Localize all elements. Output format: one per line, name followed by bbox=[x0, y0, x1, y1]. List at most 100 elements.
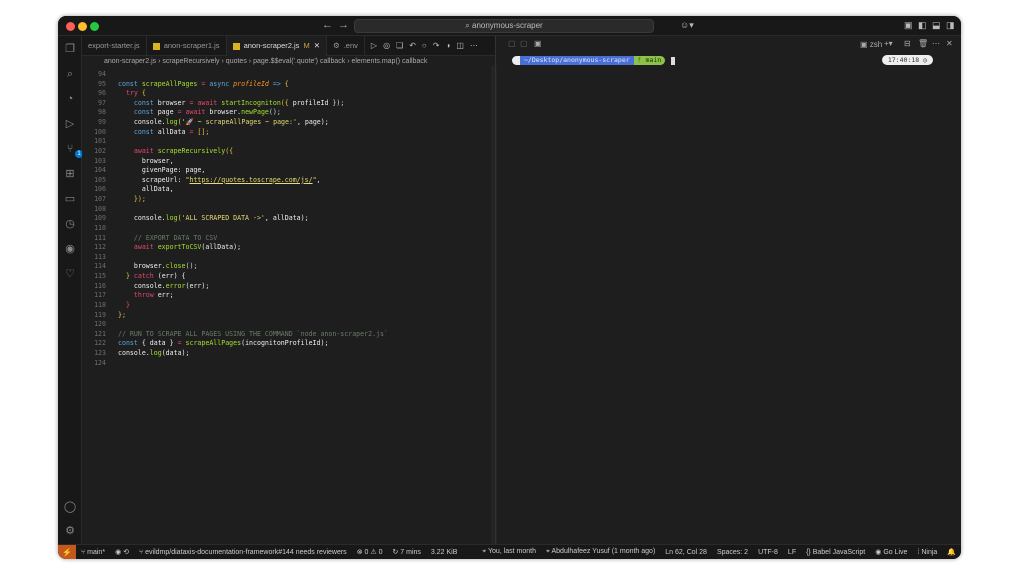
code-line[interactable]: 121 // RUN TO SCRAPE ALL PAGES USING THE … bbox=[82, 330, 495, 340]
code-line[interactable]: 112 await exportToCSV(allData); bbox=[82, 243, 495, 253]
split-sash[interactable] bbox=[495, 36, 496, 544]
minimize-window-button[interactable] bbox=[78, 22, 87, 31]
dot-icon[interactable]: ○ bbox=[422, 41, 427, 50]
chat-icon[interactable]: ♡ bbox=[63, 267, 77, 281]
run-debug-icon[interactable]: ▷ bbox=[63, 117, 77, 131]
code-line[interactable]: 106 allData, bbox=[82, 185, 495, 195]
code-line[interactable]: 94 bbox=[82, 70, 495, 80]
source-control-icon[interactable]: ◔ bbox=[63, 92, 77, 106]
indentation[interactable]: Spaces: 2 bbox=[712, 549, 753, 556]
code-line[interactable]: 117 throw err; bbox=[82, 291, 495, 301]
split-terminal-icon[interactable]: ⊟ bbox=[904, 39, 911, 48]
remote-explorer-icon[interactable]: ▭ bbox=[63, 192, 77, 206]
code-line[interactable]: 115 } catch (err) { bbox=[82, 272, 495, 282]
code-line[interactable]: 108 bbox=[82, 205, 495, 215]
cursor-position[interactable]: Ln 62, Col 28 bbox=[660, 549, 712, 556]
tab-anon-scraper2[interactable]: anon-scraper2.js M ✕ bbox=[226, 36, 327, 56]
code-line[interactable]: 107 }); bbox=[82, 195, 495, 205]
search-icon[interactable]: ⌕ bbox=[63, 67, 77, 81]
notifications-icon[interactable]: 🔔 bbox=[942, 548, 961, 556]
copilot-chat-icon[interactable]: ◎ bbox=[383, 41, 390, 50]
code-line[interactable]: 104 givenPage: page, bbox=[82, 166, 495, 176]
layout-icon[interactable]: ▣ bbox=[904, 20, 913, 31]
code-line[interactable]: 116 console.error(err); bbox=[82, 282, 495, 292]
terminal-icon[interactable]: ▣ bbox=[534, 39, 542, 48]
code-line[interactable]: 114 browser.close(); bbox=[82, 262, 495, 272]
go-live-button[interactable]: ◉ Go Live bbox=[870, 548, 912, 556]
trash-icon[interactable]: 🗑 bbox=[918, 39, 928, 48]
terminal-shell-tab[interactable]: ▣ zsh bbox=[860, 40, 882, 49]
close-tab-icon[interactable]: ✕ bbox=[314, 36, 320, 56]
code-line[interactable]: 113 bbox=[82, 253, 495, 263]
forward-arrow-icon[interactable]: → bbox=[338, 19, 349, 31]
breadcrumb-map-callback[interactable]: elements.map() callback bbox=[351, 58, 427, 65]
code-line[interactable]: 120 bbox=[82, 320, 495, 330]
tab-export-starter[interactable]: export-starter.js bbox=[82, 36, 147, 56]
time-status[interactable]: ↻ 7 mins bbox=[387, 548, 425, 556]
code-line[interactable]: 124 bbox=[82, 359, 495, 369]
account-icon[interactable]: ◯ bbox=[63, 500, 77, 514]
breadcrumb-function[interactable]: scrapeRecursively bbox=[162, 58, 219, 65]
tab-env[interactable]: ⚙ .env bbox=[327, 36, 365, 56]
github-icon[interactable]: ◉ bbox=[63, 242, 77, 256]
toggle-icon[interactable]: ◑ bbox=[445, 41, 450, 50]
sync-icon[interactable]: ◉ ⟲ bbox=[110, 548, 134, 556]
breadcrumb-file[interactable]: anon-scraper2.js bbox=[104, 58, 156, 65]
breadcrumb-variable[interactable]: quotes bbox=[226, 58, 247, 65]
code-editor[interactable]: 94 95 const scrapeAllPages = async profile… bbox=[82, 67, 495, 544]
run-icon[interactable]: ▷ bbox=[371, 41, 377, 50]
git-graph-icon[interactable]: ⑂ 1 bbox=[63, 142, 83, 158]
code-line[interactable]: 123 console.log(data); bbox=[82, 349, 495, 359]
code-line[interactable]: 122 const { data } = scrapeAllPages(incog… bbox=[82, 339, 495, 349]
close-window-button[interactable] bbox=[66, 22, 75, 31]
compare-icon[interactable]: ❏ bbox=[396, 41, 403, 50]
close-panel-icon[interactable]: ✕ bbox=[946, 39, 953, 48]
code-line[interactable]: 97 const browser = await startIncogniton… bbox=[82, 99, 495, 109]
author-status[interactable]: ⌖ Abdulhafeez Yusuf (1 month ago) bbox=[541, 548, 660, 556]
toggle-secondary-sidebar-icon[interactable]: ◨ bbox=[946, 20, 955, 31]
tab-anon-scraper1[interactable]: anon-scraper1.js bbox=[147, 36, 227, 56]
end-of-line[interactable]: LF bbox=[783, 549, 801, 556]
terminal-icon-1[interactable]: ▢ bbox=[508, 39, 516, 48]
copilot-icon[interactable]: ☺▾ bbox=[680, 20, 694, 31]
explorer-icon[interactable]: ❐ bbox=[63, 42, 77, 56]
code-line[interactable]: 99 console.log('🚀 ~ scrapeAllPages ~ pag… bbox=[82, 118, 495, 128]
extensions-icon[interactable]: ⊞ bbox=[63, 167, 77, 181]
encoding[interactable]: UTF-8 bbox=[753, 549, 783, 556]
command-center-search[interactable]: ⌕ anonymous-scraper bbox=[354, 19, 654, 33]
code-line[interactable]: 95 const scrapeAllPages = async profileId… bbox=[82, 80, 495, 90]
back-arrow-icon[interactable]: ← bbox=[322, 19, 333, 31]
code-line[interactable]: 111 // EXPORT DATA TO CSV bbox=[82, 234, 495, 244]
go-back-icon[interactable]: ↶ bbox=[409, 41, 416, 50]
ninja-status[interactable]: ⁞ Ninja bbox=[912, 549, 942, 556]
maximize-window-button[interactable] bbox=[90, 22, 99, 31]
code-line[interactable]: 98 const page = await browser.newPage(); bbox=[82, 108, 495, 118]
timeline-icon[interactable]: ◷ bbox=[63, 217, 77, 231]
branch-status[interactable]: ⑂ main* bbox=[76, 549, 110, 556]
more-actions-icon[interactable]: ⋯ bbox=[470, 41, 478, 50]
pull-request-status[interactable]: ⑂ evildmp/diataxis-documentation-framewo… bbox=[134, 549, 352, 556]
terminal-panel[interactable]: ▢ ▢ ▣ ▣ zsh +▾ ⊟ 🗑 ⋯ ✕ ~/Desktop/anonymo… bbox=[500, 36, 961, 544]
code-line[interactable]: 105 scrapeUrl: "https://quotes.toscrape.… bbox=[82, 176, 495, 186]
code-line[interactable]: 102 await scrapeRecursively({ bbox=[82, 147, 495, 157]
settings-gear-icon[interactable]: ⚙ bbox=[63, 524, 77, 538]
code-line[interactable]: 100 const allData = []; bbox=[82, 128, 495, 138]
toggle-sidebar-icon[interactable]: ◧ bbox=[918, 20, 927, 31]
editor-scrollbar[interactable] bbox=[491, 66, 497, 546]
new-terminal-icon[interactable]: +▾ bbox=[884, 39, 893, 48]
split-editor-icon[interactable]: ◫ bbox=[456, 41, 464, 50]
go-forward-icon[interactable]: ↷ bbox=[433, 41, 440, 50]
language-mode[interactable]: {} Babel JavaScript bbox=[801, 549, 870, 556]
toggle-panel-icon[interactable]: ⬓ bbox=[932, 20, 941, 31]
code-line[interactable]: 101 bbox=[82, 137, 495, 147]
code-line[interactable]: 110 bbox=[82, 224, 495, 234]
code-line[interactable]: 119}; bbox=[82, 311, 495, 321]
breadcrumb-callback[interactable]: page.$$eval('.quote') callback bbox=[253, 58, 345, 65]
code-line[interactable]: 109 console.log('ALL SCRAPED DATA ->', a… bbox=[82, 214, 495, 224]
terminal-icon-2[interactable]: ▢ bbox=[520, 39, 528, 48]
blame-status[interactable]: ⌖ You, last month bbox=[477, 548, 541, 556]
remote-icon[interactable]: ⚡ bbox=[58, 544, 76, 559]
more-icon[interactable]: ⋯ bbox=[932, 39, 940, 48]
code-line[interactable]: 103 browser, bbox=[82, 157, 495, 167]
code-line[interactable]: 118 } bbox=[82, 301, 495, 311]
